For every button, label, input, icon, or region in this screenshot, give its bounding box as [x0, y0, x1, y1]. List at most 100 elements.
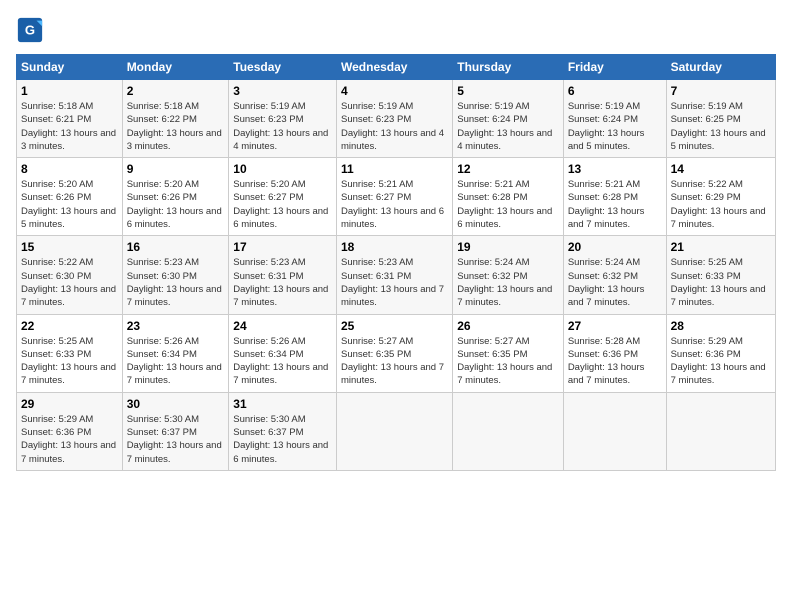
svg-text:G: G [25, 23, 35, 38]
cell-details: Sunrise: 5:20 AM Sunset: 6:27 PM Dayligh… [233, 178, 332, 231]
calendar-cell: 7 Sunrise: 5:19 AM Sunset: 6:25 PM Dayli… [666, 80, 775, 158]
calendar-cell: 3 Sunrise: 5:19 AM Sunset: 6:23 PM Dayli… [229, 80, 337, 158]
calendar-cell [453, 392, 564, 470]
cell-details: Sunrise: 5:27 AM Sunset: 6:35 PM Dayligh… [341, 335, 448, 388]
day-number: 18 [341, 240, 448, 254]
calendar-cell: 16 Sunrise: 5:23 AM Sunset: 6:30 PM Dayl… [122, 236, 229, 314]
calendar-cell: 18 Sunrise: 5:23 AM Sunset: 6:31 PM Dayl… [337, 236, 453, 314]
cell-details: Sunrise: 5:23 AM Sunset: 6:31 PM Dayligh… [233, 256, 332, 309]
day-number: 8 [21, 162, 118, 176]
day-number: 5 [457, 84, 559, 98]
cell-details: Sunrise: 5:28 AM Sunset: 6:36 PM Dayligh… [568, 335, 662, 388]
calendar-cell: 12 Sunrise: 5:21 AM Sunset: 6:28 PM Dayl… [453, 158, 564, 236]
day-number: 2 [127, 84, 225, 98]
calendar-cell: 23 Sunrise: 5:26 AM Sunset: 6:34 PM Dayl… [122, 314, 229, 392]
week-row-4: 29 Sunrise: 5:29 AM Sunset: 6:36 PM Dayl… [17, 392, 776, 470]
day-number: 14 [671, 162, 771, 176]
week-row-3: 22 Sunrise: 5:25 AM Sunset: 6:33 PM Dayl… [17, 314, 776, 392]
day-number: 28 [671, 319, 771, 333]
week-row-2: 15 Sunrise: 5:22 AM Sunset: 6:30 PM Dayl… [17, 236, 776, 314]
calendar-cell: 17 Sunrise: 5:23 AM Sunset: 6:31 PM Dayl… [229, 236, 337, 314]
header-thursday: Thursday [453, 55, 564, 80]
day-number: 21 [671, 240, 771, 254]
calendar-cell: 9 Sunrise: 5:20 AM Sunset: 6:26 PM Dayli… [122, 158, 229, 236]
header-friday: Friday [563, 55, 666, 80]
day-number: 9 [127, 162, 225, 176]
cell-details: Sunrise: 5:19 AM Sunset: 6:23 PM Dayligh… [341, 100, 448, 153]
day-number: 30 [127, 397, 225, 411]
day-number: 15 [21, 240, 118, 254]
calendar-cell: 10 Sunrise: 5:20 AM Sunset: 6:27 PM Dayl… [229, 158, 337, 236]
calendar-cell: 30 Sunrise: 5:30 AM Sunset: 6:37 PM Dayl… [122, 392, 229, 470]
cell-details: Sunrise: 5:29 AM Sunset: 6:36 PM Dayligh… [21, 413, 118, 466]
cell-details: Sunrise: 5:21 AM Sunset: 6:28 PM Dayligh… [568, 178, 662, 231]
day-number: 10 [233, 162, 332, 176]
day-number: 17 [233, 240, 332, 254]
calendar-cell: 8 Sunrise: 5:20 AM Sunset: 6:26 PM Dayli… [17, 158, 123, 236]
calendar-cell: 28 Sunrise: 5:29 AM Sunset: 6:36 PM Dayl… [666, 314, 775, 392]
cell-details: Sunrise: 5:24 AM Sunset: 6:32 PM Dayligh… [568, 256, 662, 309]
day-number: 16 [127, 240, 225, 254]
cell-details: Sunrise: 5:27 AM Sunset: 6:35 PM Dayligh… [457, 335, 559, 388]
calendar-cell: 24 Sunrise: 5:26 AM Sunset: 6:34 PM Dayl… [229, 314, 337, 392]
cell-details: Sunrise: 5:18 AM Sunset: 6:22 PM Dayligh… [127, 100, 225, 153]
logo-icon: G [16, 16, 44, 44]
calendar-cell: 29 Sunrise: 5:29 AM Sunset: 6:36 PM Dayl… [17, 392, 123, 470]
cell-details: Sunrise: 5:23 AM Sunset: 6:30 PM Dayligh… [127, 256, 225, 309]
day-number: 11 [341, 162, 448, 176]
calendar-cell [337, 392, 453, 470]
calendar-table: SundayMondayTuesdayWednesdayThursdayFrid… [16, 54, 776, 471]
cell-details: Sunrise: 5:25 AM Sunset: 6:33 PM Dayligh… [21, 335, 118, 388]
cell-details: Sunrise: 5:23 AM Sunset: 6:31 PM Dayligh… [341, 256, 448, 309]
header-tuesday: Tuesday [229, 55, 337, 80]
day-number: 4 [341, 84, 448, 98]
day-number: 20 [568, 240, 662, 254]
calendar-cell: 25 Sunrise: 5:27 AM Sunset: 6:35 PM Dayl… [337, 314, 453, 392]
calendar-cell: 11 Sunrise: 5:21 AM Sunset: 6:27 PM Dayl… [337, 158, 453, 236]
cell-details: Sunrise: 5:20 AM Sunset: 6:26 PM Dayligh… [21, 178, 118, 231]
day-number: 22 [21, 319, 118, 333]
day-number: 7 [671, 84, 771, 98]
cell-details: Sunrise: 5:24 AM Sunset: 6:32 PM Dayligh… [457, 256, 559, 309]
day-number: 24 [233, 319, 332, 333]
header-wednesday: Wednesday [337, 55, 453, 80]
week-row-1: 8 Sunrise: 5:20 AM Sunset: 6:26 PM Dayli… [17, 158, 776, 236]
calendar-header-row: SundayMondayTuesdayWednesdayThursdayFrid… [17, 55, 776, 80]
calendar-cell [563, 392, 666, 470]
day-number: 6 [568, 84, 662, 98]
calendar-cell: 4 Sunrise: 5:19 AM Sunset: 6:23 PM Dayli… [337, 80, 453, 158]
calendar-cell: 5 Sunrise: 5:19 AM Sunset: 6:24 PM Dayli… [453, 80, 564, 158]
cell-details: Sunrise: 5:19 AM Sunset: 6:23 PM Dayligh… [233, 100, 332, 153]
cell-details: Sunrise: 5:30 AM Sunset: 6:37 PM Dayligh… [233, 413, 332, 466]
calendar-cell: 13 Sunrise: 5:21 AM Sunset: 6:28 PM Dayl… [563, 158, 666, 236]
calendar-cell: 14 Sunrise: 5:22 AM Sunset: 6:29 PM Dayl… [666, 158, 775, 236]
cell-details: Sunrise: 5:30 AM Sunset: 6:37 PM Dayligh… [127, 413, 225, 466]
day-number: 1 [21, 84, 118, 98]
day-number: 13 [568, 162, 662, 176]
page: G SundayMondayTuesdayWednesdayThursdayFr… [0, 0, 792, 612]
cell-details: Sunrise: 5:18 AM Sunset: 6:21 PM Dayligh… [21, 100, 118, 153]
header: G [16, 16, 776, 44]
calendar-cell: 2 Sunrise: 5:18 AM Sunset: 6:22 PM Dayli… [122, 80, 229, 158]
calendar-cell: 26 Sunrise: 5:27 AM Sunset: 6:35 PM Dayl… [453, 314, 564, 392]
day-number: 26 [457, 319, 559, 333]
day-number: 23 [127, 319, 225, 333]
day-number: 31 [233, 397, 332, 411]
calendar-cell: 19 Sunrise: 5:24 AM Sunset: 6:32 PM Dayl… [453, 236, 564, 314]
cell-details: Sunrise: 5:25 AM Sunset: 6:33 PM Dayligh… [671, 256, 771, 309]
calendar-cell: 6 Sunrise: 5:19 AM Sunset: 6:24 PM Dayli… [563, 80, 666, 158]
calendar-cell: 21 Sunrise: 5:25 AM Sunset: 6:33 PM Dayl… [666, 236, 775, 314]
cell-details: Sunrise: 5:19 AM Sunset: 6:25 PM Dayligh… [671, 100, 771, 153]
day-number: 19 [457, 240, 559, 254]
header-sunday: Sunday [17, 55, 123, 80]
day-number: 12 [457, 162, 559, 176]
calendar-cell: 27 Sunrise: 5:28 AM Sunset: 6:36 PM Dayl… [563, 314, 666, 392]
cell-details: Sunrise: 5:22 AM Sunset: 6:29 PM Dayligh… [671, 178, 771, 231]
cell-details: Sunrise: 5:26 AM Sunset: 6:34 PM Dayligh… [127, 335, 225, 388]
cell-details: Sunrise: 5:22 AM Sunset: 6:30 PM Dayligh… [21, 256, 118, 309]
cell-details: Sunrise: 5:20 AM Sunset: 6:26 PM Dayligh… [127, 178, 225, 231]
calendar-cell: 1 Sunrise: 5:18 AM Sunset: 6:21 PM Dayli… [17, 80, 123, 158]
day-number: 29 [21, 397, 118, 411]
cell-details: Sunrise: 5:26 AM Sunset: 6:34 PM Dayligh… [233, 335, 332, 388]
day-number: 27 [568, 319, 662, 333]
